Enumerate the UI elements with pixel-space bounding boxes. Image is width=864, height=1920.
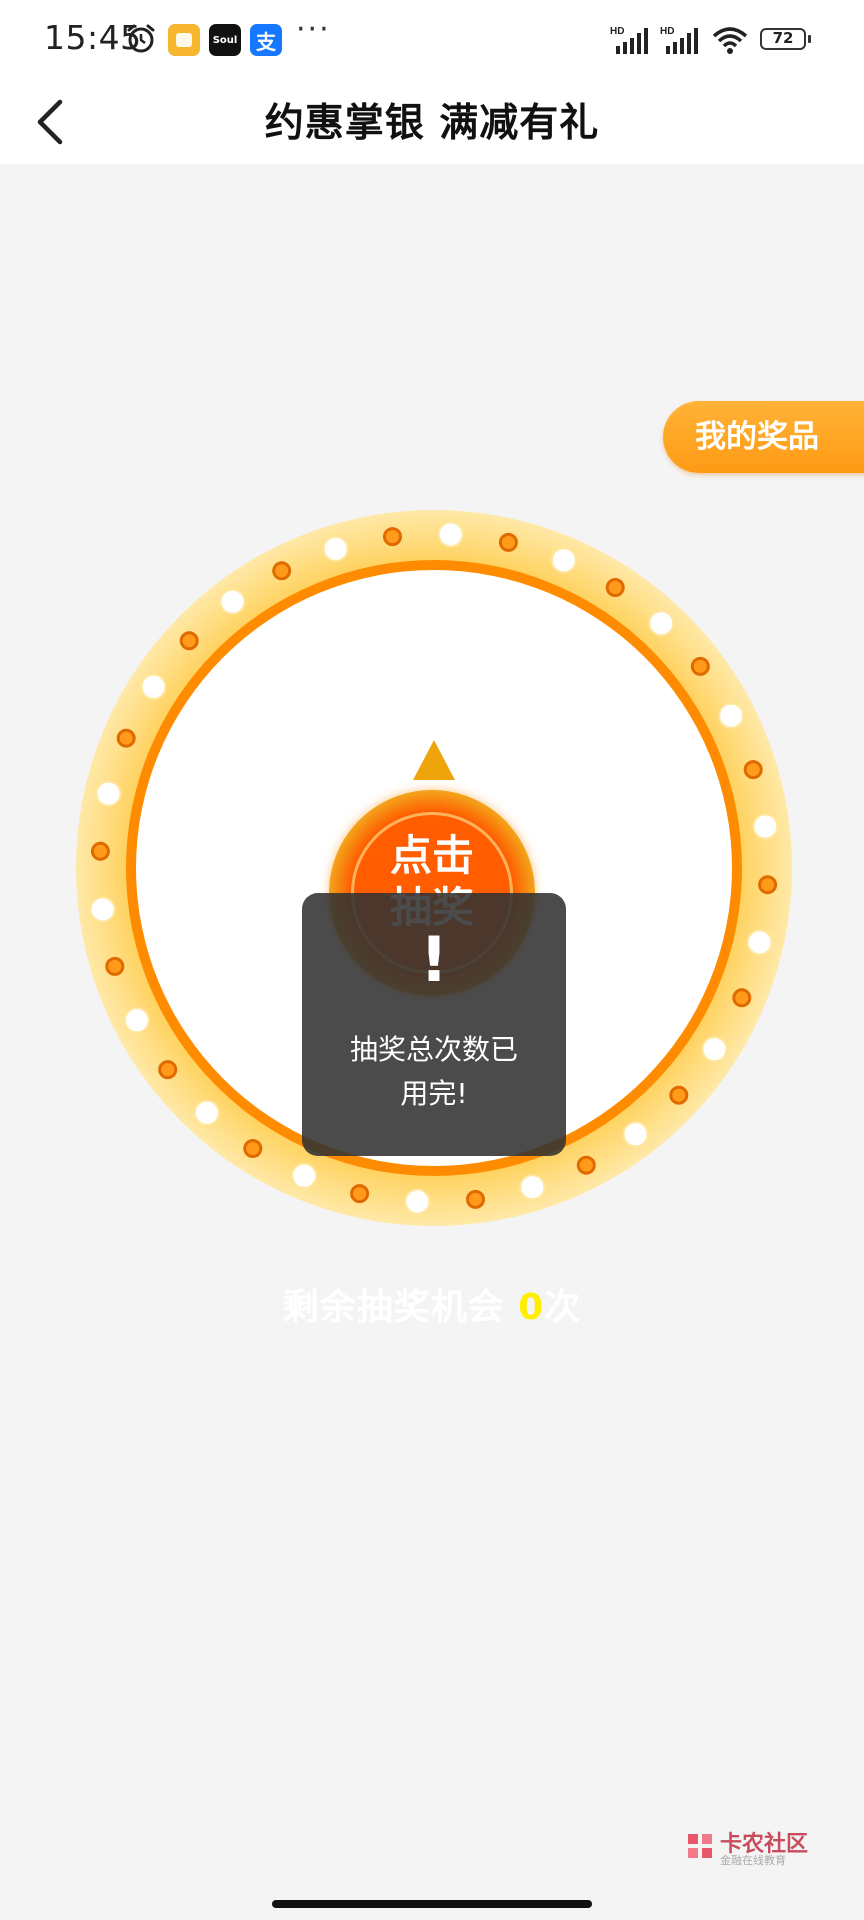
wheel-bulb-orange [690,656,710,676]
toast-message: ! 抽奖总次数已 用完! [302,893,566,1156]
wheel-bulb-orange [179,631,199,651]
remaining-prefix: 剩余抽奖机会 [282,1287,519,1328]
watermark-subtitle: 金融在线教育 [720,1854,786,1867]
remaining-count: 0 [518,1287,545,1328]
toast-text: 抽奖总次数已 用完! [322,1028,546,1116]
wheel-bulb-white [219,588,246,615]
wheel-bulb-orange [158,1060,178,1080]
wheel-pointer [413,740,455,780]
signal-hd-label-2: HD [660,26,674,37]
battery-icon: 72 [760,28,811,50]
wheel-bulb-white [140,673,167,700]
signal-icon-2: HD [660,26,698,54]
wheel-bulb-orange [498,532,518,552]
signal-hd-label: HD [610,26,624,37]
wheel-bulb-orange [669,1085,689,1105]
wheel-bulb-orange [743,760,763,780]
wheel-bulb-white [519,1174,546,1201]
wheel-bulb-orange [576,1155,596,1175]
alipay-app-icon: 支 [250,24,282,56]
wheel-bulb-white [622,1121,649,1148]
wheel-bulb-orange [732,988,752,1008]
signal-icon: HD [610,26,648,54]
remaining-suffix: 次 [544,1287,582,1328]
my-prizes-button[interactable]: 我的奖品 [663,401,864,473]
wheel-bulb-white [322,535,349,562]
wheel-bulb-orange [605,578,625,597]
remaining-chances: 剩余抽奖机会 0次 [0,1278,864,1330]
status-bar: 15:45 Soul 支 ··· HD HD 72 [0,0,864,80]
wheel-bulb-orange [272,561,292,581]
more-notifications-icon: ··· [296,12,331,47]
wheel-bulb-orange [116,728,136,748]
wheel-bulb-white [648,610,675,637]
wheel-bulb-orange [758,875,778,895]
wheel-bulb-orange [243,1139,263,1158]
toast-line1: 抽奖总次数已 [349,1033,518,1066]
wifi-icon [712,27,748,54]
wheel-bulb-white [123,1007,150,1034]
navigation-bar: 约惠掌银 满减有礼 [0,80,864,164]
toast-line2: 用完! [400,1077,468,1110]
wheel-bulb-white [550,547,577,574]
wheel-bulb-white [718,702,745,729]
watermark: 卡农社区 金融在线教育 [684,1828,808,1868]
app-notification-icon [168,24,200,56]
wheel-bulb-white [746,929,773,956]
home-indicator[interactable] [272,1900,592,1908]
wheel-bulb-white [701,1036,728,1063]
wheel-bulb-orange [90,841,110,861]
alarm-icon [127,24,155,53]
wheel-bulb-orange [383,527,402,547]
wheel-bulb-white [752,813,779,840]
wheel-bulb-white [291,1162,318,1189]
wheel-bulb-white [404,1188,431,1215]
soul-app-icon: Soul [209,24,241,56]
wheel-bulb-white [437,521,464,548]
wheel-bulb-orange [466,1189,485,1209]
wheel-bulb-orange [350,1184,370,1204]
kanong-logo-icon [688,1834,712,1858]
exclamation-icon: ! [419,923,449,996]
wheel-bulb-white [193,1099,220,1126]
spin-label-line1: 点击 [389,831,474,880]
wheel-bulb-white [95,780,122,807]
page-title: 约惠掌银 满减有礼 [264,101,600,146]
wheel-bulb-orange [105,956,125,976]
wheel-bulb-white [89,896,116,923]
